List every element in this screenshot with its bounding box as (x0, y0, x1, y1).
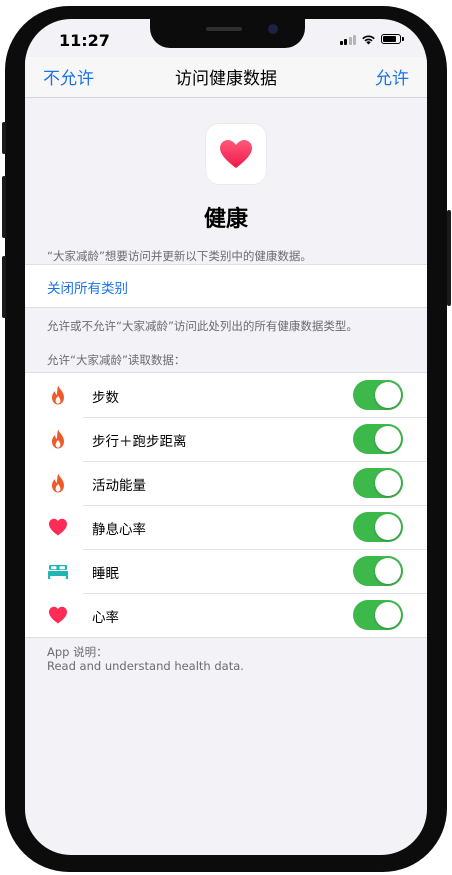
flame-icon (52, 429, 64, 449)
category-row-active-energy: 活动能量 (25, 461, 427, 505)
resting-heart-rate-toggle[interactable] (353, 512, 403, 542)
volume-down-button (2, 256, 6, 318)
heart-icon (49, 518, 67, 536)
category-label: 睡眠 (92, 566, 119, 582)
navigation-bar: 不允许 访问健康数据 允许 (25, 57, 427, 98)
steps-toggle[interactable] (353, 380, 403, 410)
category-label: 步行＋跑步距离 (92, 434, 187, 450)
section-header: 允许“大家减龄”读取数据： (47, 353, 186, 367)
heart-icon (49, 606, 67, 624)
category-row-walking-running-distance: 步行＋跑步距离 (25, 417, 427, 461)
category-row-steps: 步数 (25, 373, 427, 417)
heart-icon (220, 140, 252, 168)
front-camera (268, 24, 278, 34)
permission-note: 允许或不允许“大家减龄”访问此处列出的所有健康数据类型。 (47, 319, 358, 333)
battery-icon (381, 34, 404, 44)
signal-icon (339, 34, 356, 45)
walking-running-distance-toggle[interactable] (353, 424, 403, 454)
category-row-sleep: 睡眠 (25, 549, 427, 593)
app-explanation-text: Read and understand health data. (47, 659, 244, 673)
category-row-heart-rate: 心率 (25, 593, 427, 637)
heart-rate-toggle[interactable] (353, 600, 403, 630)
health-app-icon (206, 124, 266, 184)
request-description: “大家减龄”想要访问并更新以下类别中的健康数据。 (47, 249, 312, 263)
wifi-icon (362, 34, 375, 44)
category-label: 静息心率 (92, 522, 146, 538)
flame-icon (52, 473, 64, 493)
app-name: 健康 (203, 207, 248, 232)
status-icons (339, 32, 404, 46)
allow-button[interactable]: 允许 (375, 64, 409, 89)
silent-switch (2, 122, 6, 154)
speaker (206, 27, 242, 31)
turn-off-all-label[interactable]: 关闭所有类别 (47, 277, 128, 297)
category-row-resting-heart-rate: 静息心率 (25, 505, 427, 549)
notch (150, 19, 305, 48)
bed-icon (48, 565, 68, 579)
page-title: 访问健康数据 (175, 69, 277, 89)
turn-off-all-row[interactable]: 关闭所有类别 (25, 264, 427, 308)
sleep-toggle[interactable] (353, 556, 403, 586)
category-label: 活动能量 (92, 478, 146, 494)
power-button (447, 210, 451, 306)
category-label: 步数 (92, 390, 119, 406)
screen: 11:27 不允许 访问健康数据 允许 健康 “大家减龄”想要访问并更新以下类别 (25, 19, 427, 855)
app-explanation-label: App 说明： (47, 645, 108, 659)
active-energy-toggle[interactable] (353, 468, 403, 498)
volume-up-button (2, 176, 6, 238)
status-time: 11:27 (59, 31, 110, 50)
category-label: 心率 (92, 610, 119, 626)
flame-icon (52, 385, 64, 405)
category-list: 步数 步行＋跑步距离 活动能量 静息心率 睡眠 心率 (25, 372, 427, 638)
